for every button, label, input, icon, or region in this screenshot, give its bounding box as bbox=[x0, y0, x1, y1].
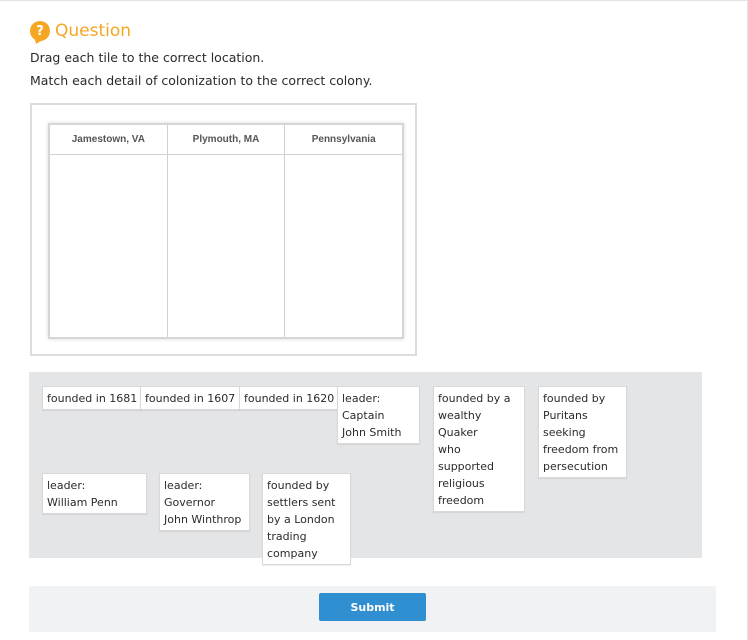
tile-wealthy-quaker[interactable]: founded by a wealthy Quaker who supporte… bbox=[433, 386, 525, 512]
column-header-pennsylvania: Pennsylvania bbox=[285, 125, 403, 155]
tile-founded-1607[interactable]: founded in 1607 bbox=[140, 386, 241, 410]
tile-leader-john-winthrop[interactable]: leader: Governor John Winthrop bbox=[159, 473, 250, 531]
column-header-plymouth: Plymouth, MA bbox=[167, 125, 285, 155]
question-title: Question bbox=[55, 21, 132, 41]
submit-bar: Submit bbox=[29, 586, 716, 632]
drop-target-plymouth[interactable] bbox=[168, 155, 285, 337]
tile-founded-1681[interactable]: founded in 1681 bbox=[42, 386, 143, 410]
column-pennsylvania: Pennsylvania bbox=[285, 125, 403, 337]
tile-leader-john-smith[interactable]: leader: Captain John Smith bbox=[337, 386, 420, 444]
tile-puritans-seeking-freedom[interactable]: founded by Puritans seeking freedom from… bbox=[538, 386, 627, 478]
tile-bank: founded in 1681 founded in 1607 founded … bbox=[29, 372, 702, 565]
instruction-drag: Drag each tile to the correct location. bbox=[30, 50, 265, 65]
drop-zone-container: Jamestown, VA Plymouth, MA Pennsylvania bbox=[30, 103, 417, 356]
question-header: ? Question bbox=[30, 21, 131, 41]
tile-leader-william-penn[interactable]: leader: William Penn bbox=[42, 473, 147, 514]
column-plymouth: Plymouth, MA bbox=[167, 125, 286, 337]
question-icon: ? bbox=[30, 21, 50, 41]
column-jamestown: Jamestown, VA bbox=[50, 125, 168, 337]
tile-london-trading-company[interactable]: founded by settlers sent by a London tra… bbox=[262, 473, 351, 565]
submit-button[interactable]: Submit bbox=[319, 593, 426, 621]
frame-border-top bbox=[0, 0, 748, 1]
column-header-jamestown: Jamestown, VA bbox=[50, 125, 167, 155]
instruction-match: Match each detail of colonization to the… bbox=[30, 73, 373, 88]
tile-founded-1620[interactable]: founded in 1620 bbox=[239, 386, 340, 410]
drop-table: Jamestown, VA Plymouth, MA Pennsylvania bbox=[48, 123, 404, 339]
drop-target-jamestown[interactable] bbox=[50, 155, 167, 337]
drop-target-pennsylvania[interactable] bbox=[285, 155, 402, 337]
